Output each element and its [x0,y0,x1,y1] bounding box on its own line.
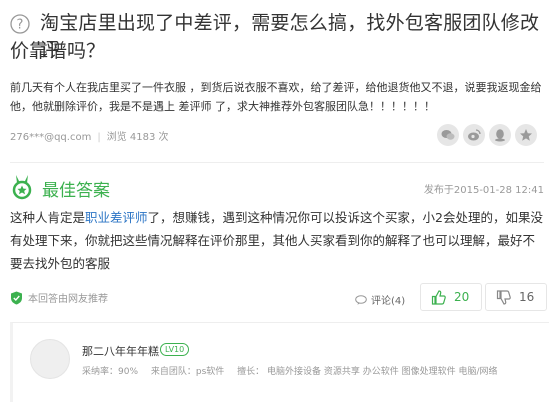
best-answer-medal-icon [12,175,32,200]
answer-text-part1: 这种人肯定是 [10,210,86,225]
recommendation-note: 本回答由网友推荐 [10,290,108,305]
answerer-stats: 采纳率：90% 来自团队：ps软件 擅长： 电脑外接设备 资源共享 办公软件 图… [82,364,508,377]
thumbs-down-icon [496,289,511,305]
answer-text: 这种人肯定是职业差评师了，想赚钱，遇到这种情况你可以投诉这个买家，小2会处理的，… [10,206,545,275]
answer-timestamp: 发布于2015-01-28 12:41 [423,185,544,196]
comment-count: 评论(4) [371,296,406,307]
comment-button[interactable]: 评论(4) [355,292,405,307]
level-badge: LV10 [160,343,190,356]
question-title-continued: 价靠谱吗？ [10,40,106,62]
qzone-share-icon[interactable] [515,124,537,146]
question-meta: 276***@qq.com | 浏览 4183 次 [10,132,169,143]
adoption-rate: 采纳率：90% [82,367,139,377]
downvote-count: 16 [519,290,535,304]
section-divider [10,162,544,163]
question-body: 前几天有个人在我店里买了一件衣服 ，到货后说衣服不喜欢，给了差评，给他退货他又不… [10,81,542,113]
answerer-name[interactable]: 那二八年年年糕 [82,343,159,359]
upvote-button[interactable]: 20 [420,283,482,311]
question-title: 淘宝店里出现了中差评，需要怎么搞，找外包客服团队修改评 [40,12,540,61]
question-mark-icon: ? [10,14,30,34]
qa-page: ? 淘宝店里出现了中差评，需要怎么搞，找外包客服团队修改评 价靠谱吗？ 前几天有… [0,0,554,402]
team-info[interactable]: 来自团队：ps软件 [151,367,224,377]
recommendation-text: 本回答由网友推荐 [28,294,108,305]
wechat-share-icon[interactable] [437,124,459,146]
weibo-share-icon[interactable] [463,124,485,146]
downvote-button[interactable]: 16 [485,283,547,311]
answerer-card [10,322,549,402]
thumbs-up-icon [431,289,446,305]
qq-share-icon[interactable] [489,124,511,146]
shield-check-icon [11,291,22,304]
asker-name[interactable]: 276***@qq.com [10,132,91,143]
keyword-link[interactable]: 职业差评师 [85,210,148,225]
comment-bubble-icon [355,294,367,305]
svg-text:?: ? [17,18,24,33]
view-count: 浏览 4183 次 [106,132,169,143]
upvote-count: 20 [454,290,470,304]
best-answer-label: 最佳答案 [42,181,110,201]
expertise-list: 擅长： 电脑外接设备 资源共享 办公软件 图像处理软件 电脑/网络 [237,367,498,377]
avatar[interactable] [30,339,70,379]
